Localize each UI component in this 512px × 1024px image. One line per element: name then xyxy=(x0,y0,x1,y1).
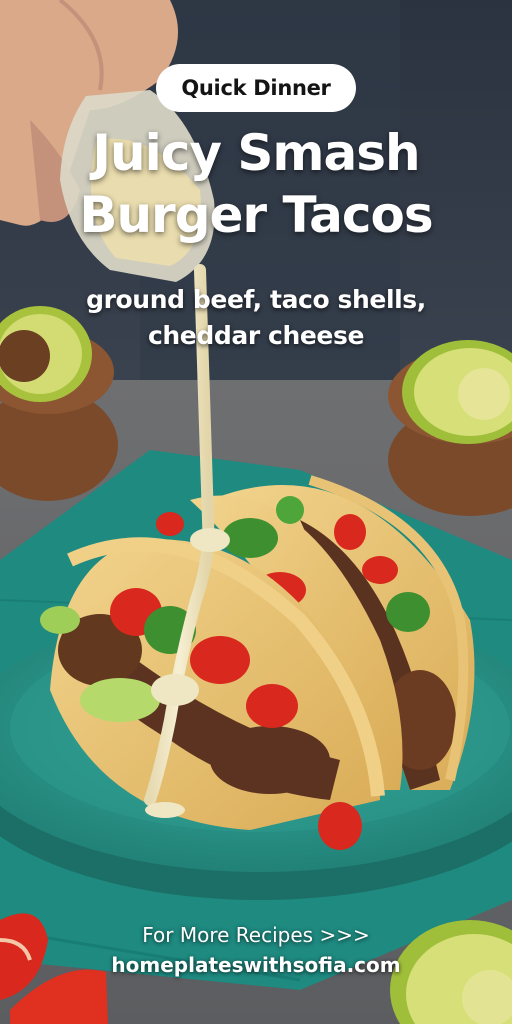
more-recipes-text: For More Recipes >>> xyxy=(142,923,370,947)
category-badge: Quick Dinner xyxy=(156,64,356,112)
avocado-bowl-right xyxy=(388,340,512,516)
ingredients-subtitle: ground beef, taco shells, cheddar cheese xyxy=(0,282,512,354)
footer-cta: For More Recipes >>> homeplateswithsofia… xyxy=(0,920,512,980)
recipe-pin: Quick Dinner Juicy Smash Burger Tacos gr… xyxy=(0,0,512,1024)
ingredients-line-1: ground beef, taco shells, xyxy=(86,285,426,314)
recipe-title-line-1: Juicy Smash xyxy=(92,124,420,182)
website-link[interactable]: homeplateswithsofia.com xyxy=(0,950,512,980)
recipe-title: Juicy Smash Burger Tacos xyxy=(0,122,512,246)
ingredients-line-2: cheddar cheese xyxy=(147,321,365,350)
recipe-title-line-2: Burger Tacos xyxy=(79,186,433,244)
